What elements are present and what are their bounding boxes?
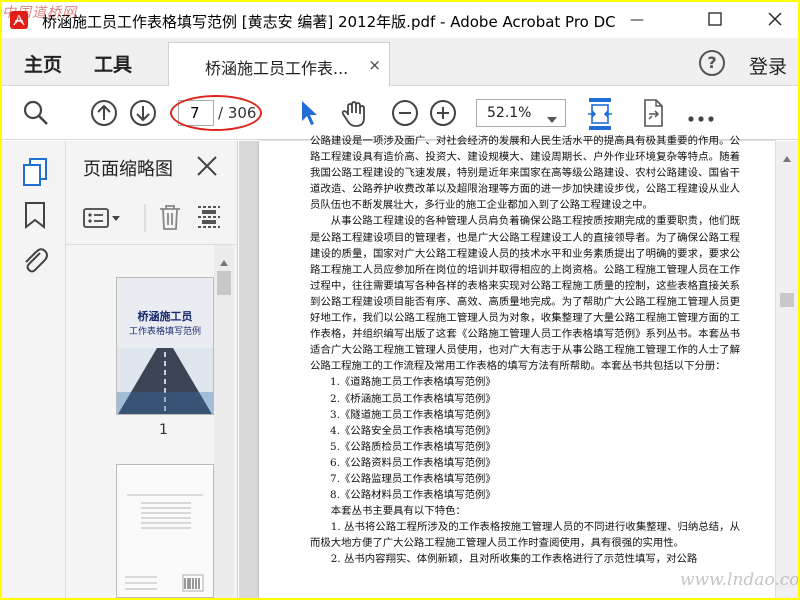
attachment-icon[interactable]: [20, 245, 48, 279]
paragraph: 公路建设是一项涉及面广、对社会经济的发展和人民生活水平的提高具有极其重要的作用。…: [310, 135, 740, 212]
cover-title: 桥涵施工员: [137, 310, 193, 323]
chevron-down-icon: [547, 109, 557, 128]
minimize-button[interactable]: —: [614, 2, 660, 38]
select-cursor-icon[interactable]: [298, 99, 322, 131]
tab-tools[interactable]: 工具: [94, 50, 132, 77]
minimize-icon: —: [630, 12, 644, 28]
cover-road-image: [117, 348, 213, 414]
document-scrollbar[interactable]: [775, 141, 798, 598]
maximize-button[interactable]: [692, 2, 738, 38]
fit-page-icon[interactable]: [586, 96, 614, 136]
panel-title: 页面缩略图: [83, 159, 173, 180]
document-tab-close-button[interactable]: ×: [368, 56, 381, 74]
scrollbar-thumb[interactable]: [217, 271, 231, 295]
tab-home[interactable]: 主页: [24, 50, 62, 77]
thumbnails-panel: 页面缩略图 桥涵施工员 工作表格填写范例 1: [66, 141, 238, 598]
thumbnail-2-content: [125, 494, 204, 592]
cover-subtitle: 工作表格填写范例: [128, 327, 201, 337]
scrollbar-thumb[interactable]: [780, 293, 794, 307]
scroll-up-icon[interactable]: [783, 147, 791, 166]
paragraph: 本套丛书主要具有以下特色：: [330, 505, 466, 518]
page-extract-icon[interactable]: [196, 203, 222, 235]
acrobat-window: 桥涵施工员工作表格填写范例 [黄志安 编著] 2012年版.pdf - Adob…: [2, 2, 798, 598]
close-icon: [768, 11, 782, 30]
list-item: 8.《公路材料员工作表格填写范例》: [330, 489, 496, 502]
list-item: 3.《隧道施工员工作表格填写范例》: [330, 408, 496, 421]
red-highlight-annotation: [170, 95, 262, 131]
paragraph: 从事公路工程建设的各种管理人员肩负着确保公路工程按质按期完成的重要职责，他们既是…: [310, 215, 740, 373]
zoom-in-icon[interactable]: [429, 99, 457, 131]
window-title: 桥涵施工员工作表格填写范例 [黄志安 编著] 2012年版.pdf - Adob…: [42, 13, 616, 31]
maximize-icon: [708, 11, 722, 30]
page-thumbnails-icon[interactable]: [21, 157, 49, 191]
zoom-value: 52.1%: [487, 105, 532, 121]
paragraph: 2. 丛书内容翔实、体例新颖，且对所收集的工作表格进行了示范性填写，对公路: [330, 553, 698, 566]
hand-tool-icon[interactable]: [340, 99, 370, 133]
thumbnail-options-icon[interactable]: [82, 207, 122, 233]
help-icon[interactable]: ?: [699, 50, 725, 76]
page-body-text: 公路建设是一项涉及面广、对社会经济的发展和人民生活水平的提高具有极其重要的作用。…: [310, 133, 740, 568]
previous-page-icon[interactable]: [90, 99, 118, 131]
close-panel-icon[interactable]: [196, 155, 218, 181]
bookmark-icon[interactable]: [24, 201, 46, 233]
watermark-top-left: 中国道桥网: [2, 5, 77, 21]
login-button[interactable]: 登录: [749, 52, 787, 79]
close-window-button[interactable]: [752, 2, 798, 38]
separator: [144, 204, 146, 236]
zoom-select[interactable]: 52.1%: [476, 99, 566, 127]
zoom-out-icon[interactable]: [391, 99, 419, 131]
title-bar: 桥涵施工员工作表格填写范例 [黄志安 编著] 2012年版.pdf - Adob…: [2, 2, 798, 38]
left-navigation-rail: [2, 141, 66, 598]
list-item: 7.《公路监理员工作表格填写范例》: [330, 472, 496, 485]
list-item: 5.《公路质检员工作表格填写范例》: [330, 440, 496, 453]
tab-document[interactable]: 桥涵施工员工作表... ×: [168, 42, 390, 86]
document-tab-label: 桥涵施工员工作表...: [205, 59, 349, 78]
tab-bar: 主页 工具 桥涵施工员工作表... × ? 登录: [2, 38, 798, 86]
thumbnail-page-number: 1: [159, 422, 168, 438]
list-item: 6.《公路资料员工作表格填写范例》: [330, 456, 496, 469]
trash-icon[interactable]: [158, 203, 182, 235]
thumbnail-toolbar: [66, 191, 238, 245]
page-thumbnail-1[interactable]: 桥涵施工员 工作表格填写范例: [116, 277, 214, 415]
more-options-icon[interactable]: [688, 108, 714, 127]
page-thumbnail-2[interactable]: [116, 464, 214, 598]
list-item: 1.《道路施工员工作表格填写范例》: [330, 376, 496, 389]
thumbnails-scrollbar[interactable]: [214, 245, 234, 598]
search-icon[interactable]: [22, 99, 50, 131]
next-page-icon[interactable]: [129, 99, 157, 131]
list-item: 2.《桥涵施工员工作表格填写范例》: [330, 392, 496, 405]
rotate-page-icon[interactable]: [638, 97, 666, 133]
paragraph: 1. 丛书将公路工程所涉及的工作表格按施工管理人员的不同进行收集整理、归纳总结，…: [310, 521, 740, 550]
document-view[interactable]: 公路建设是一项涉及面广、对社会经济的发展和人民生活水平的提高具有极其重要的作用。…: [239, 135, 798, 598]
watermark-bottom-right: www.lndao.com: [680, 570, 798, 590]
main-toolbar: 7 / 306 52.1%: [2, 86, 798, 140]
scroll-up-icon[interactable]: [220, 251, 228, 270]
pdf-page: 公路建设是一项涉及面广、对社会经济的发展和人民生活水平的提高具有极其重要的作用。…: [259, 135, 776, 598]
list-item: 4.《公路安全员工作表格填写范例》: [330, 424, 496, 437]
